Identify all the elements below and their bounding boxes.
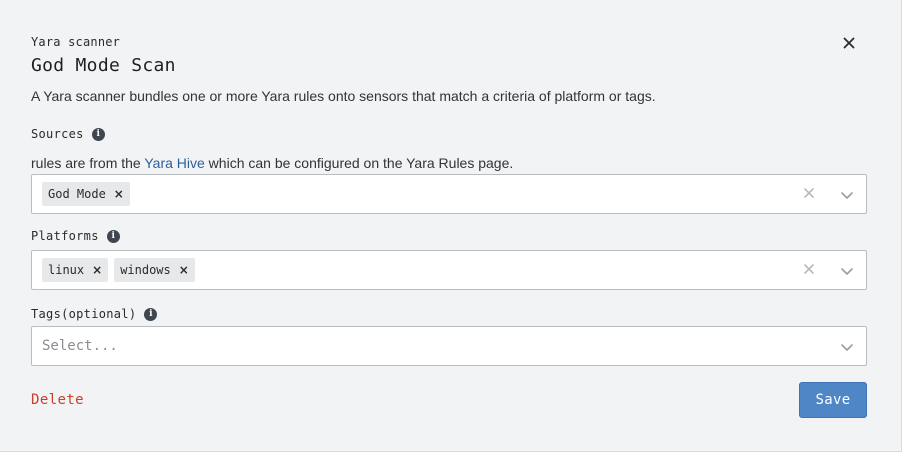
yara-scanner-dialog: Yara scanner God Mode Scan A Yara scanne… bbox=[0, 0, 902, 452]
tags-label-row: Tags(optional) i bbox=[31, 307, 158, 321]
info-icon[interactable]: i bbox=[106, 229, 120, 243]
close-icon bbox=[843, 37, 855, 49]
sources-help-prefix: rules are from the bbox=[31, 155, 145, 171]
chevron-down-icon[interactable] bbox=[840, 264, 854, 278]
platforms-select[interactable]: linux × windows × bbox=[31, 250, 867, 290]
platforms-label-row: Platforms i bbox=[31, 229, 120, 243]
remove-chip-icon[interactable]: × bbox=[92, 263, 102, 277]
chevron-down-icon[interactable] bbox=[840, 340, 854, 354]
platform-chip: linux × bbox=[42, 258, 109, 282]
clear-icon[interactable] bbox=[802, 262, 816, 276]
close-button[interactable] bbox=[839, 33, 859, 53]
delete-button[interactable]: Delete bbox=[31, 392, 84, 408]
tags-select-placeholder: Select... bbox=[42, 338, 118, 354]
tags-select[interactable]: Select... bbox=[31, 326, 867, 366]
yara-hive-link[interactable]: Yara Hive bbox=[144, 155, 204, 171]
dialog-kicker: Yara scanner bbox=[31, 35, 121, 49]
sources-chips: God Mode × bbox=[42, 182, 130, 206]
save-button[interactable]: Save bbox=[799, 382, 867, 418]
platform-chip: windows × bbox=[114, 258, 195, 282]
sources-label: Sources bbox=[31, 127, 84, 141]
info-icon[interactable]: i bbox=[91, 127, 105, 141]
remove-chip-icon[interactable]: × bbox=[179, 263, 189, 277]
chevron-down-icon[interactable] bbox=[840, 188, 854, 202]
dialog-description: A Yara scanner bundles one or more Yara … bbox=[31, 88, 656, 104]
dialog-title: God Mode Scan bbox=[31, 55, 176, 76]
platform-chip-label: windows bbox=[120, 263, 171, 277]
platform-chip-label: linux bbox=[48, 263, 85, 277]
sources-help-text: rules are from the Yara Hive which can b… bbox=[31, 155, 513, 171]
sources-help-suffix: which can be configured on the Yara Rule… bbox=[204, 155, 514, 171]
info-icon[interactable]: i bbox=[144, 307, 158, 321]
remove-chip-icon[interactable]: × bbox=[114, 187, 124, 201]
tags-label: Tags(optional) bbox=[31, 307, 137, 321]
platform-chips: linux × windows × bbox=[42, 258, 195, 282]
source-chip: God Mode × bbox=[42, 182, 130, 206]
clear-icon[interactable] bbox=[802, 186, 816, 200]
sources-select[interactable]: God Mode × bbox=[31, 174, 867, 214]
sources-label-row: Sources i bbox=[31, 127, 105, 141]
platforms-label: Platforms bbox=[31, 229, 99, 243]
source-chip-label: God Mode bbox=[48, 187, 106, 201]
